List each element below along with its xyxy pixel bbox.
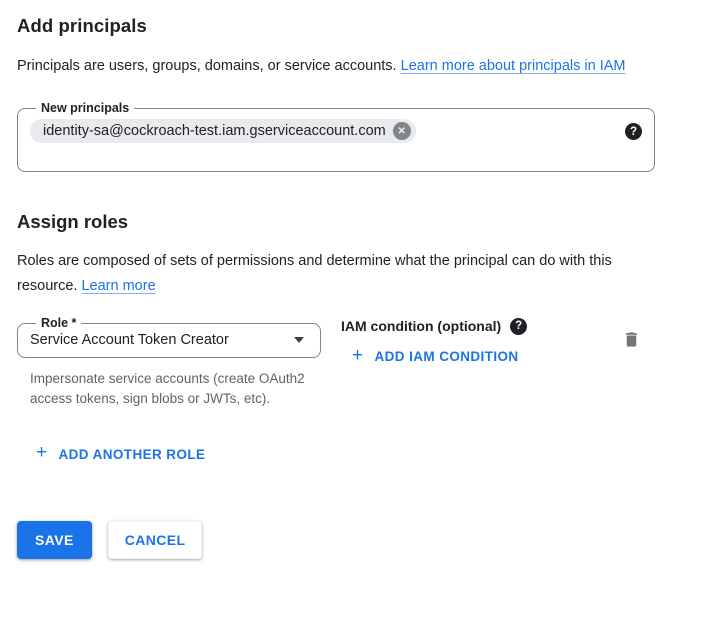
add-another-role-button[interactable]: + ADD ANOTHER ROLE	[36, 447, 205, 462]
help-circle-icon[interactable]: ?	[625, 123, 642, 140]
dialog-actions: SAVE CANCEL	[17, 521, 696, 559]
trash-icon	[622, 329, 641, 350]
help-circle-icon[interactable]: ?	[510, 318, 527, 335]
add-iam-condition-label: ADD IAM CONDITION	[375, 349, 519, 364]
add-role-row: + ADD ANOTHER ROLE	[36, 445, 696, 463]
role-value-row: Service Account Token Creator	[30, 332, 308, 348]
principal-chip-label: identity-sa@cockroach-test.iam.gservicea…	[43, 123, 386, 139]
intro-paragraph: Principals are users, groups, domains, o…	[17, 54, 665, 79]
role-label: Role *	[36, 316, 81, 330]
role-selected-value: Service Account Token Creator	[30, 332, 229, 348]
new-principals-input[interactable]: identity-sa@cockroach-test.iam.gservicea…	[30, 119, 642, 143]
close-circle-icon[interactable]: ✕	[393, 122, 411, 140]
plus-icon: +	[352, 349, 364, 363]
add-iam-condition-button[interactable]: + ADD IAM CONDITION	[352, 349, 519, 364]
save-button[interactable]: SAVE	[17, 521, 92, 559]
cancel-button[interactable]: CANCEL	[108, 521, 203, 559]
role-row: Role * Service Account Token Creator Imp…	[17, 316, 696, 409]
page-title: Add principals	[17, 15, 696, 37]
role-column: Role * Service Account Token Creator Imp…	[17, 316, 321, 409]
iam-condition-column: IAM condition (optional) ? + ADD IAM CON…	[341, 316, 527, 366]
role-helper-text: Impersonate service accounts (create OAu…	[30, 369, 318, 409]
learn-more-principals-link[interactable]: Learn more about principals in IAM	[401, 58, 626, 74]
add-principals-panel: Add principals Principals are users, gro…	[0, 0, 713, 559]
caret-down-icon	[294, 337, 304, 343]
iam-condition-label: IAM condition (optional)	[341, 316, 501, 336]
new-principals-field[interactable]: New principals identity-sa@cockroach-tes…	[17, 101, 655, 172]
role-select[interactable]: Role * Service Account Token Creator	[17, 316, 321, 358]
iam-condition-label-row: IAM condition (optional) ?	[341, 316, 527, 336]
assign-roles-description: Roles are composed of sets of permission…	[17, 249, 672, 299]
learn-more-roles-link[interactable]: Learn more	[81, 278, 155, 294]
assign-roles-title: Assign roles	[17, 211, 696, 233]
intro-text: Principals are users, groups, domains, o…	[17, 58, 401, 74]
add-another-role-label: ADD ANOTHER ROLE	[59, 447, 206, 462]
new-principals-label: New principals	[36, 101, 134, 115]
principal-chip: identity-sa@cockroach-test.iam.gservicea…	[30, 119, 416, 143]
delete-role-button[interactable]	[622, 329, 641, 350]
plus-icon: +	[36, 446, 48, 460]
